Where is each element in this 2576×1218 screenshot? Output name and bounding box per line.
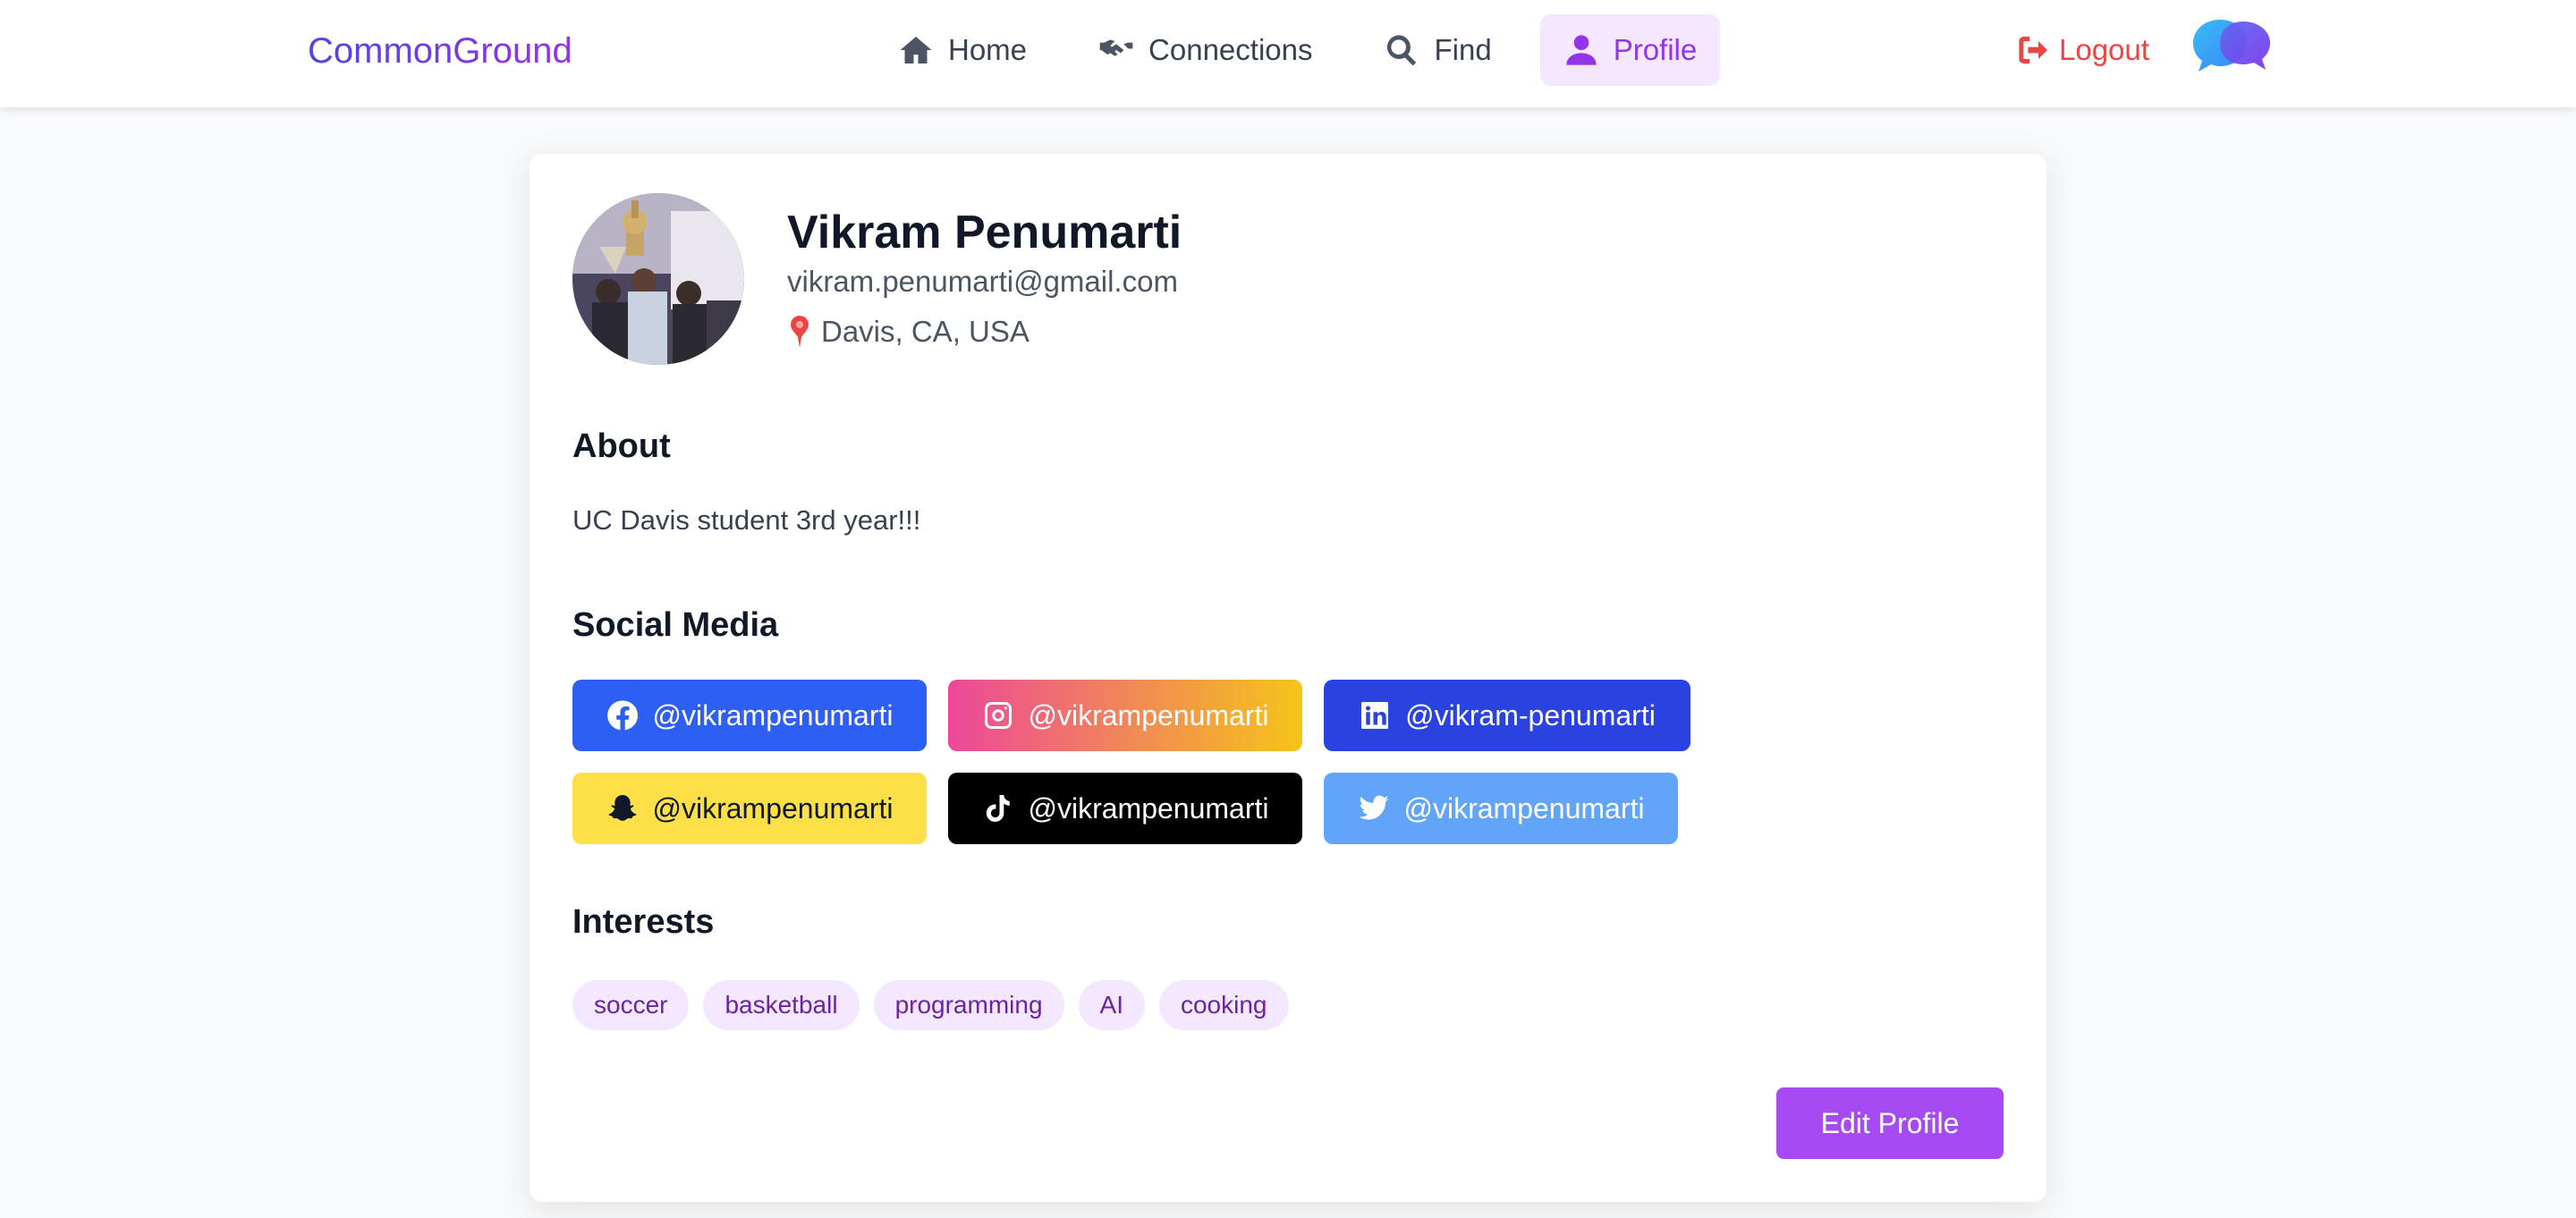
logout-button[interactable]: Logout [2016,14,2149,86]
facebook-icon [606,700,638,731]
social-snapchat-button[interactable]: @vikrampenumarti [572,773,927,844]
tiktok-icon [986,795,1010,822]
social-facebook-button[interactable]: @vikrampenumarti [572,680,927,751]
brand-logo-text[interactable]: CommonGround [308,0,572,102]
snapchat-icon [608,795,636,821]
profile-email: vikram.penumarti@gmail.com [787,265,1178,298]
social-twitter-handle: @vikrampenumarti [1403,791,1645,825]
interest-tag: AI [1078,980,1145,1030]
nav-home[interactable]: Home [875,14,1050,86]
interest-tag: basketball [703,980,860,1030]
profile-location-text: Davis, CA, USA [821,315,1030,348]
nav-home-label: Home [948,33,1028,66]
nav-find-label: Find [1434,33,1492,66]
edit-profile-button[interactable]: Edit Profile [1776,1087,2004,1159]
about-text: UC Davis student 3rd year!!! [572,504,921,536]
social-linkedin-button[interactable]: @vikram-penumarti [1324,680,1690,751]
nav-links: Home Connections Find Profile [875,14,1745,86]
interest-tag: cooking [1158,980,1289,1030]
social-snapchat-handle: @vikrampenumarti [652,791,894,825]
chat-bubbles-icon[interactable] [2190,18,2275,80]
profile-card: Vikram Penumarti vikram.penumarti@gmail.… [530,154,2046,1202]
search-icon [1384,32,1419,68]
social-twitter-button[interactable]: @vikrampenumarti [1324,773,1678,844]
handshake-icon [1098,32,1134,68]
social-instagram-button[interactable]: @vikrampenumarti [948,680,1302,751]
social-tiktok-button[interactable]: @vikrampenumarti [948,773,1302,844]
instagram-icon [984,702,1012,729]
avatar [572,193,744,365]
social-tiktok-handle: @vikrampenumarti [1028,791,1269,825]
profile-name: Vikram Penumarti [787,207,1182,258]
location-pin-icon [791,316,809,348]
social-linkedin-handle: @vikram-penumarti [1405,698,1656,732]
interest-tag: programming [873,980,1064,1030]
interest-tags: soccer basketball programming AI cooking [572,980,1289,1030]
nav-connections-label: Connections [1148,33,1313,66]
logout-label: Logout [2059,33,2149,66]
twitter-icon [1359,795,1388,820]
about-heading: About [572,427,671,465]
social-facebook-handle: @vikrampenumarti [652,698,894,732]
top-navbar: CommonGround Home Connections Find Profi… [0,0,2576,107]
user-icon [1563,32,1599,68]
interests-heading: Interests [572,903,715,941]
nav-profile-label: Profile [1613,33,1698,66]
social-instagram-handle: @vikrampenumarti [1028,698,1269,732]
profile-location: Davis, CA, USA [787,315,1030,349]
home-icon [898,32,934,68]
nav-find[interactable]: Find [1360,14,1514,86]
nav-connections[interactable]: Connections [1075,14,1335,86]
nav-profile[interactable]: Profile [1539,14,1721,86]
interest-tag: soccer [572,980,690,1030]
social-media-heading: Social Media [572,606,779,644]
logout-icon [2019,37,2047,63]
linkedin-icon [1361,702,1389,729]
